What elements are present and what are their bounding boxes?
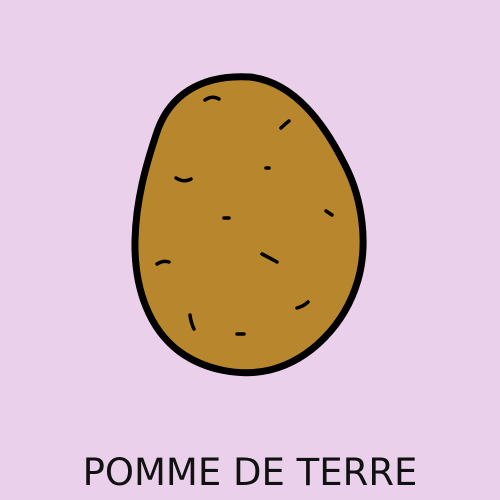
flashcard: POMME DE TERRE [0, 0, 500, 500]
potato-icon [131, 73, 367, 377]
potato-body [131, 73, 367, 377]
card-word: POMME DE TERRE [82, 451, 418, 494]
